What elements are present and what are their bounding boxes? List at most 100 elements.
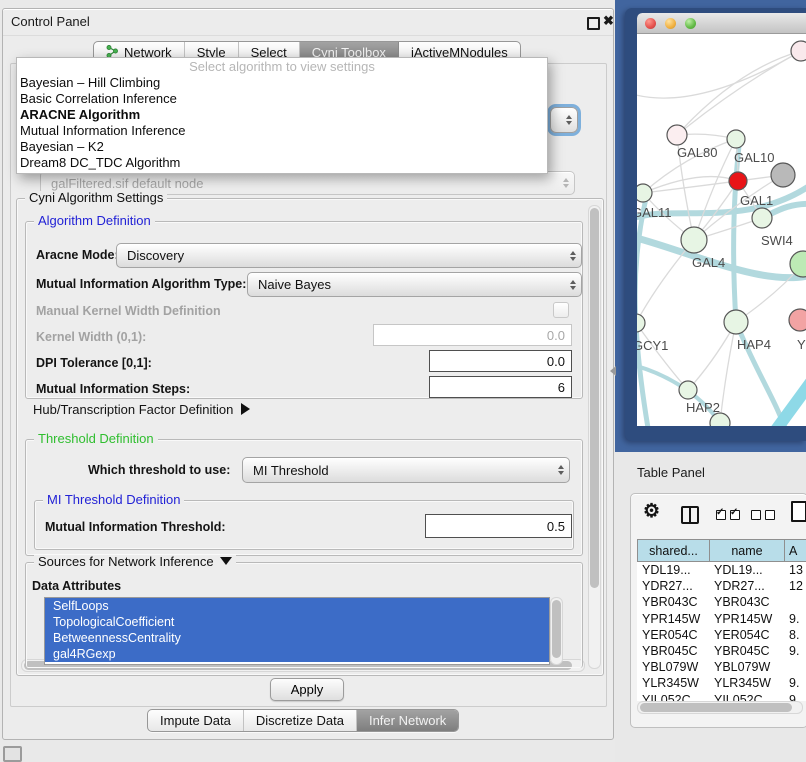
table-cell: 13 [784, 562, 806, 578]
table-row[interactable]: YIL052CYIL052C9 [637, 692, 806, 702]
table-header-row[interactable]: shared...nameA [637, 539, 806, 562]
which-threshold-combo[interactable]: MI Threshold [242, 457, 570, 483]
table-cell: YLR345W [709, 675, 784, 691]
network-edge-thick[interactable] [773, 382, 806, 426]
network-node-gal1[interactable] [729, 172, 747, 190]
network-node-gal4[interactable] [681, 227, 707, 253]
table-row[interactable]: YDL19...YDL19...13 [637, 562, 806, 578]
settings-vertical-scrollbar[interactable] [588, 205, 601, 669]
network-node-hap2[interactable] [679, 381, 697, 399]
network-node-gal10[interactable] [727, 130, 745, 148]
deselect-all-icon[interactable] [751, 510, 775, 520]
tab-impute-data[interactable]: Impute Data [148, 710, 244, 731]
select-all-icon[interactable] [716, 510, 740, 520]
tab-discretize-data[interactable]: Discretize Data [244, 710, 357, 731]
inference-algorithm-combo[interactable] [550, 107, 578, 133]
table-row[interactable]: YBR043CYBR043C [637, 594, 806, 610]
tab-infer-network[interactable]: Infer Network [357, 710, 458, 731]
restore-panel-icon[interactable] [3, 746, 22, 762]
attributes-list-scrollbar[interactable] [550, 597, 563, 665]
network-edge[interactable] [677, 51, 801, 135]
algorithm-option-basic-correlation-inference[interactable]: Basic Correlation Inference [17, 91, 547, 107]
table-body[interactable]: YDL19...YDL19...13YDR27...YDR27...12YBR0… [637, 562, 806, 701]
network-node-y[interactable] [789, 309, 806, 331]
table-cell [784, 659, 806, 675]
attribute-item-betweennesscentrality[interactable]: BetweennessCentrality [45, 630, 549, 646]
attribute-item-selfloops[interactable]: SelfLoops [45, 598, 549, 614]
algorithm-option-aracne-algorithm[interactable]: ARACNE Algorithm [17, 107, 547, 123]
algorithm-option-dream8-dc-tdc-algorithm[interactable]: Dream8 DC_TDC Algorithm [17, 155, 547, 171]
dpi-tolerance-field[interactable]: 0.0 [429, 350, 572, 372]
expander-right-icon[interactable] [241, 403, 250, 415]
file-icon[interactable] [791, 501, 806, 522]
column-header-2[interactable]: name [709, 539, 784, 562]
network-node[interactable] [790, 251, 806, 277]
table-row[interactable]: YPR145WYPR145W9. [637, 611, 806, 627]
node-label-gal80: GAL80 [677, 145, 717, 160]
zoom-window-icon[interactable] [685, 18, 696, 29]
gear-icon[interactable]: ⚙ [643, 500, 660, 523]
hub-definition-expander[interactable]: Hub/Transcription Factor Definition [33, 402, 250, 417]
manual-kernel-checkbox[interactable] [553, 302, 569, 318]
algorithm-option-mutual-information-inference[interactable]: Mutual Information Inference [17, 123, 547, 139]
network-node-gal80[interactable] [667, 125, 687, 145]
combo-stepper-icon [566, 115, 572, 125]
data-attributes-list[interactable]: SelfLoopsTopologicalCoefficientBetweenne… [44, 597, 550, 665]
node-table: shared...nameA YDL19...YDL19...13YDR27..… [637, 539, 806, 701]
close-panel-icon[interactable]: ✖ [603, 13, 614, 29]
table-row[interactable]: YBR045CYBR045C9. [637, 643, 806, 659]
collapse-down-icon[interactable] [220, 557, 232, 565]
attribute-item-topologicalcoefficient[interactable]: TopologicalCoefficient [45, 614, 549, 630]
network-node-gal11[interactable] [637, 184, 652, 202]
network-node-swi4[interactable] [752, 208, 772, 228]
network-edge[interactable] [720, 322, 736, 423]
table-cell: YIL052C [637, 692, 709, 702]
data-attributes-label: Data Attributes [32, 579, 121, 593]
apply-button[interactable]: Apply [270, 678, 344, 701]
column-header-1[interactable]: shared... [637, 539, 709, 562]
network-node-hap4[interactable] [724, 310, 748, 334]
network-view-window[interactable]: GAL80GAL10GAL1GAL11SWI4GAL4GCY1HAP4YHAP2 [625, 8, 806, 441]
network-node-gcy1[interactable] [637, 314, 645, 332]
network-edge[interactable] [637, 51, 801, 98]
algorithm-option-bayesian-k2[interactable]: Bayesian – K2 [17, 139, 547, 155]
split-column-icon[interactable] [681, 506, 699, 524]
minimize-window-icon[interactable] [665, 18, 676, 29]
kernel-width-label: Kernel Width (0,1): [36, 330, 146, 344]
mi-threshold-field[interactable]: 0.5 [425, 514, 572, 538]
table-row[interactable]: YLR345WYLR345W9. [637, 675, 806, 691]
attribute-item-gal4rgexp[interactable]: gal4RGexp [45, 646, 549, 662]
table-row[interactable]: YBL079WYBL079W [637, 659, 806, 675]
kernel-width-field[interactable]: 0.0 [373, 324, 572, 346]
table-row[interactable]: YDR27...YDR27...12 [637, 578, 806, 594]
panel-title: Control Panel [11, 14, 90, 29]
which-threshold-value: MI Threshold [253, 463, 329, 478]
sources-group: Sources for Network Inference Data Attri… [25, 562, 583, 668]
table-cell: 12 [784, 578, 806, 594]
algorithm-option-bayesian-hill-climbing[interactable]: Bayesian – Hill Climbing [17, 75, 547, 91]
node-label-y: Y [797, 337, 806, 352]
aracne-mode-combo[interactable]: Discovery [116, 243, 582, 268]
table-cell: YPR145W [709, 611, 784, 627]
float-panel-icon[interactable] [587, 17, 600, 30]
collapse-divider-icon[interactable] [610, 366, 616, 376]
network-node[interactable] [771, 163, 795, 187]
node-label-swi4: SWI4 [761, 233, 793, 248]
mi-steps-field[interactable]: 6 [429, 376, 572, 398]
network-canvas[interactable]: GAL80GAL10GAL1GAL11SWI4GAL4GCY1HAP4YHAP2 [637, 34, 806, 426]
column-header-3[interactable]: A [784, 539, 806, 562]
cyni-algorithm-settings-group: Cyni Algorithm Settings Algorithm Defini… [16, 198, 604, 676]
network-edge-thick[interactable] [637, 198, 649, 426]
dpi-tolerance-value: 0.0 [547, 354, 565, 369]
network-edge[interactable] [643, 177, 738, 193]
table-horizontal-scrollbar[interactable] [637, 701, 803, 714]
network-edge[interactable] [677, 51, 801, 135]
dpi-tolerance-label: DPI Tolerance [0,1]: [36, 356, 152, 370]
close-window-icon[interactable] [645, 18, 656, 29]
table-row[interactable]: YER054CYER054C8. [637, 627, 806, 643]
network-node[interactable] [791, 41, 806, 61]
network-edge[interactable] [637, 323, 688, 390]
mi-type-combo[interactable]: Naive Bayes [247, 272, 582, 297]
network-window-titlebar[interactable] [637, 13, 806, 34]
sources-group-title[interactable]: Sources for Network Inference [34, 555, 236, 569]
